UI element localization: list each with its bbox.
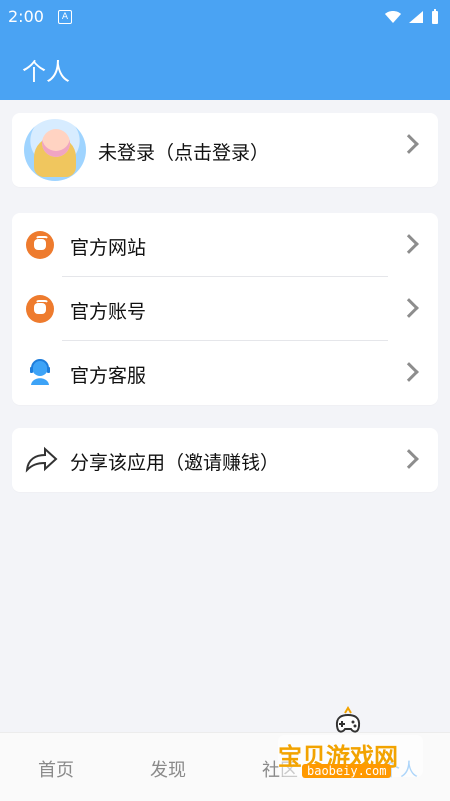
official-account-label: 官方账号: [70, 301, 147, 323]
bottom-nav: 首页 发现 社区 个人: [0, 732, 450, 801]
status-time: 2:00: [8, 7, 44, 26]
mask-icon: [26, 295, 54, 323]
mask-icon: [26, 231, 54, 259]
battery-icon: [432, 9, 438, 24]
official-service-row[interactable]: 官方客服: [12, 341, 438, 405]
share-arrow-icon: [25, 446, 58, 473]
official-card: 官方网站 官方账号 官方客服: [12, 213, 438, 405]
share-card[interactable]: 分享该应用（邀请赚钱）: [12, 428, 438, 492]
status-icons: [384, 9, 440, 25]
tab-discover[interactable]: 发现: [150, 756, 186, 782]
chevron-right-icon: [399, 234, 419, 254]
avatar[interactable]: [24, 119, 86, 181]
official-account-row[interactable]: 官方账号: [12, 277, 438, 341]
profile-card[interactable]: 未登录（点击登录）: [12, 113, 438, 187]
signal-icon: [409, 11, 423, 23]
profile-row[interactable]: 未登录（点击登录）: [12, 113, 438, 187]
chevron-right-icon: [399, 449, 419, 469]
status-a-icon: A: [58, 10, 72, 24]
page-title: 个人: [22, 58, 70, 86]
share-row[interactable]: 分享该应用（邀请赚钱）: [12, 428, 438, 492]
wifi-icon: [385, 11, 401, 23]
chevron-right-icon: [399, 298, 419, 318]
share-label: 分享该应用（邀请赚钱）: [70, 452, 280, 474]
customer-service-icon: [30, 359, 50, 385]
chevron-right-icon: [399, 134, 419, 154]
official-service-label: 官方客服: [70, 365, 147, 387]
page-header: 个人: [0, 34, 450, 100]
status-bar: 2:00 A: [0, 0, 450, 34]
tab-home[interactable]: 首页: [38, 756, 74, 782]
chevron-right-icon: [399, 362, 419, 382]
official-website-row[interactable]: 官方网站: [12, 213, 438, 277]
tab-community[interactable]: 社区: [262, 756, 298, 782]
tab-personal[interactable]: 个人: [382, 756, 418, 782]
official-website-label: 官方网站: [70, 237, 147, 259]
profile-login-label: 未登录（点击登录）: [98, 142, 270, 164]
